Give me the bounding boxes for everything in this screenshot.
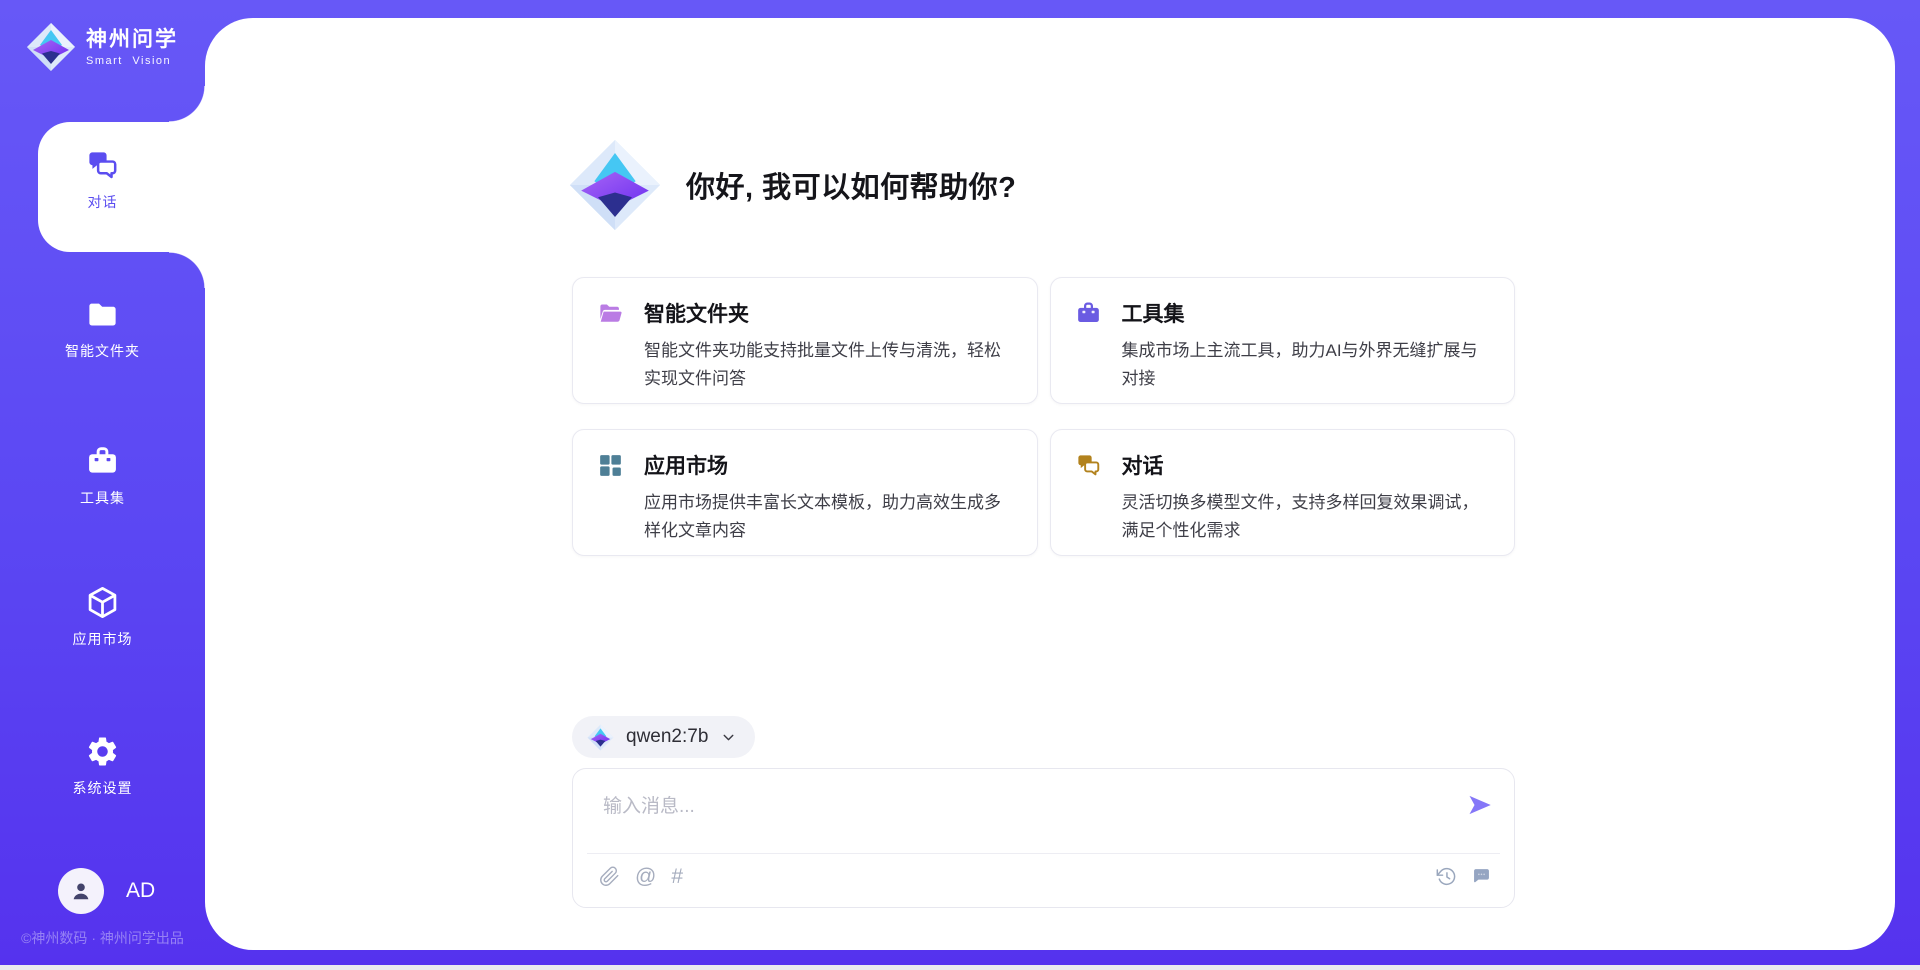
folder-icon	[85, 297, 120, 332]
sidebar-item-label: 系统设置	[73, 778, 133, 798]
card-description: 应用市场提供丰富长文本模板，助力高效生成多样化文章内容	[644, 489, 1013, 545]
card-description: 智能文件夹功能支持批量文件上传与清洗，轻松实现文件问答	[644, 337, 1013, 393]
card-title: 对话	[1122, 450, 1164, 480]
model-diamond-logo-icon	[587, 724, 614, 751]
folder-open-icon	[597, 300, 624, 327]
greeting-diamond-logo-icon	[568, 138, 662, 232]
card-description: 集成市场上主流工具，助力AI与外界无缝扩展与对接	[1122, 337, 1491, 393]
briefcase-icon	[1075, 300, 1102, 327]
at-sign-icon[interactable]: @	[635, 866, 656, 887]
sidebar-item-app-market[interactable]: 应用市场	[0, 585, 205, 649]
sidebar-item-label: 应用市场	[73, 629, 133, 649]
card-title: 应用市场	[644, 450, 728, 480]
user-name: AD	[126, 879, 155, 903]
gear-icon	[85, 734, 120, 769]
card-chat[interactable]: 对话 灵活切换多模型文件，支持多样回复效果调试，满足个性化需求	[1050, 429, 1516, 556]
chevron-down-icon	[720, 729, 737, 746]
attach-file-button[interactable]	[599, 866, 620, 887]
chat-log-button[interactable]	[1471, 866, 1492, 887]
chat-bubbles-icon	[1075, 452, 1102, 479]
sidebar-item-label: 智能文件夹	[65, 341, 140, 361]
send-button[interactable]	[1466, 791, 1494, 819]
model-name: qwen2:7b	[626, 726, 708, 748]
grid-icon	[597, 452, 624, 479]
sidebar-item-label: 工具集	[80, 488, 125, 508]
bottom-scrollbar-track[interactable]	[0, 965, 1920, 970]
history-icon	[1436, 866, 1457, 887]
brand-subtitle: Smart Vision	[86, 55, 178, 67]
message-composer: @ #	[572, 768, 1515, 908]
chat-bubble-icon	[1471, 866, 1492, 887]
greeting-title: 你好, 我可以如何帮助你?	[686, 164, 1016, 206]
greeting: 你好, 我可以如何帮助你?	[568, 138, 1016, 232]
sidebar-item-chat[interactable]: 对话	[0, 148, 205, 212]
brand: 神州问学 Smart Vision	[26, 22, 178, 72]
user-profile[interactable]: AD	[58, 868, 155, 914]
cube-icon	[85, 585, 120, 620]
card-title: 智能文件夹	[644, 298, 749, 328]
sidebar-item-label: 对话	[88, 192, 118, 212]
history-button[interactable]	[1436, 866, 1457, 887]
model-selector[interactable]: qwen2:7b	[572, 716, 755, 758]
card-description: 灵活切换多模型文件，支持多样回复效果调试，满足个性化需求	[1122, 489, 1491, 545]
composer-toolbar-right	[1436, 866, 1492, 887]
sidebar-item-toolset[interactable]: 工具集	[0, 444, 205, 508]
sidebar-item-smart-folder[interactable]: 智能文件夹	[0, 297, 205, 361]
card-title: 工具集	[1122, 298, 1185, 328]
card-toolset[interactable]: 工具集 集成市场上主流工具，助力AI与外界无缝扩展与对接	[1050, 277, 1516, 404]
hash-icon[interactable]: #	[671, 866, 683, 887]
avatar[interactable]	[58, 868, 104, 914]
feature-cards: 智能文件夹 智能文件夹功能支持批量文件上传与清洗，轻松实现文件问答 工具集 集成…	[572, 277, 1515, 556]
card-app-market[interactable]: 应用市场 应用市场提供丰富长文本模板，助力高效生成多样化文章内容	[572, 429, 1038, 556]
composer-toolbar-left: @ #	[599, 866, 683, 887]
brand-diamond-logo-icon	[26, 22, 76, 72]
app-root: 神州问学 Smart Vision 对话 智能文件夹 工具集 应用市场	[0, 0, 1920, 970]
card-smart-folder[interactable]: 智能文件夹 智能文件夹功能支持批量文件上传与清洗，轻松实现文件问答	[572, 277, 1038, 404]
composer-divider	[587, 853, 1500, 854]
sidebar-footer-text: ©神州数码 · 神州问学出品	[0, 928, 205, 948]
sidebar-item-settings[interactable]: 系统设置	[0, 734, 205, 798]
message-input[interactable]	[601, 789, 1435, 849]
brand-name: 神州问学	[86, 27, 178, 52]
paperclip-icon	[599, 866, 620, 887]
briefcase-icon	[85, 444, 120, 479]
chat-bubbles-icon	[85, 148, 120, 183]
person-icon	[68, 878, 94, 904]
send-icon	[1466, 791, 1494, 819]
